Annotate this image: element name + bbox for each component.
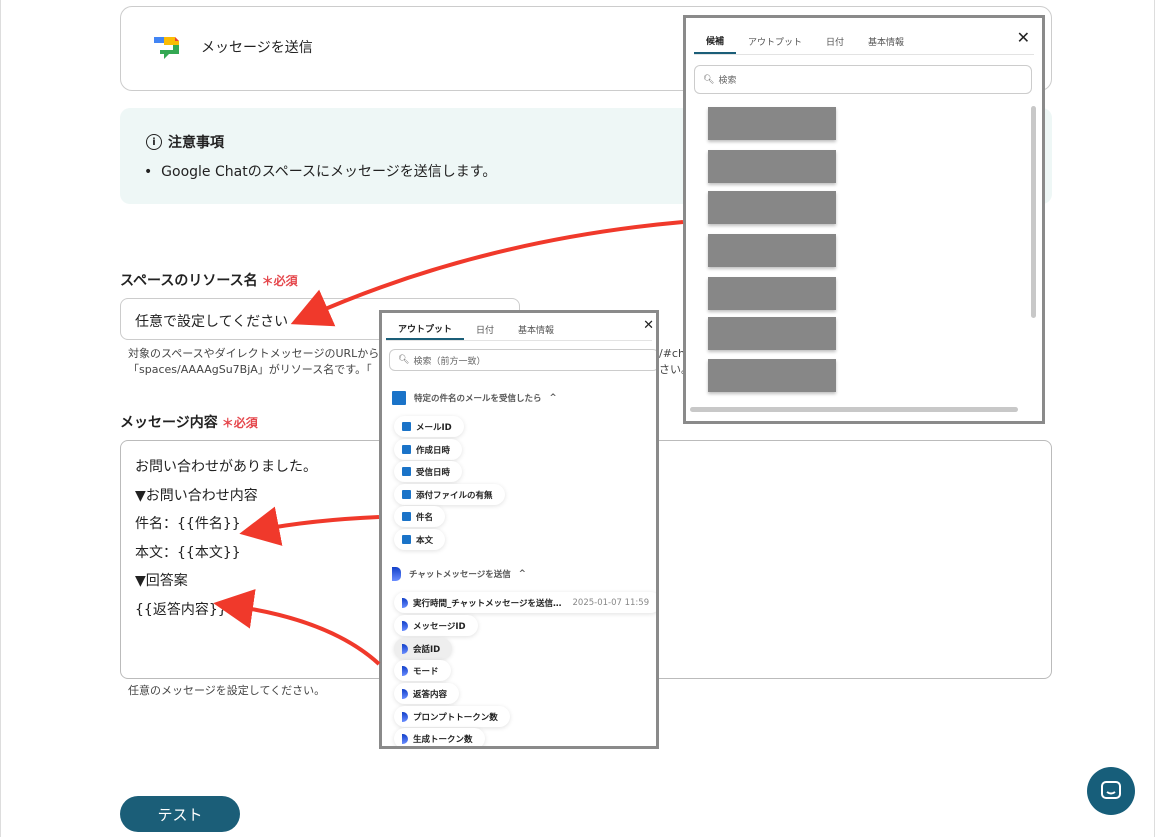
- output-popup: アウトプット 日付 基本情報 ✕ 🔍︎ 検索（前方一致） 特定の件名のメールを受信…: [379, 310, 659, 749]
- info-icon: i: [146, 134, 162, 150]
- candidates-popup: 候補 アウトプット 日付 基本情報 ✕ 🔍︎ 検索: [683, 15, 1045, 424]
- output-chip[interactable]: 会話ID: [394, 638, 453, 659]
- chat-icon: [1101, 781, 1121, 799]
- candidate-item[interactable]: [708, 150, 836, 183]
- outlook-icon: [402, 422, 411, 431]
- output-chip[interactable]: 本文: [394, 529, 446, 550]
- candidate-item[interactable]: [708, 191, 836, 224]
- message-help: 任意のメッセージを設定してください。: [128, 684, 326, 697]
- dify-icon: [402, 688, 408, 699]
- tab-basic-info[interactable]: 基本情報: [506, 318, 566, 340]
- close-icon[interactable]: ✕: [643, 318, 654, 333]
- candidate-item[interactable]: [708, 277, 836, 310]
- space-field-label: スペースのリソース名 ＊必須: [120, 273, 298, 289]
- section-header-outlook[interactable]: 特定の件名のメールを受信したら ^: [392, 391, 557, 405]
- output-chip[interactable]: メッセージID: [394, 615, 478, 636]
- outlook-icon: [392, 391, 406, 405]
- output-chip[interactable]: プロンプトトークン数: [394, 706, 510, 727]
- tab-date[interactable]: 日付: [814, 28, 856, 54]
- candidates-search-input[interactable]: 🔍︎ 検索: [694, 65, 1032, 94]
- candidate-item[interactable]: [708, 317, 836, 350]
- outlook-icon: [402, 467, 411, 476]
- chat-support-button[interactable]: [1087, 767, 1135, 815]
- test-button[interactable]: テスト: [120, 796, 240, 832]
- output-chip[interactable]: 添付ファイルの有無: [394, 484, 505, 505]
- output-chip[interactable]: 実行時間_チャットメッセージを送信… 2025-01-07 11:59: [394, 592, 656, 613]
- chevron-up-icon: ^: [518, 569, 526, 579]
- search-icon: 🔍︎: [703, 74, 715, 85]
- horizontal-scrollbar[interactable]: [690, 407, 1018, 412]
- dify-icon: [392, 567, 401, 581]
- output-chip[interactable]: 作成日時: [394, 439, 463, 460]
- message-field-label: メッセージ内容 ＊必須: [120, 415, 258, 431]
- outlook-icon: [402, 535, 411, 544]
- dify-icon: [402, 733, 408, 744]
- vertical-scrollbar[interactable]: [1031, 106, 1036, 318]
- space-help-line2: 「spaces/AAAAgSu7BjA」がリソース名です。「: [128, 363, 372, 376]
- candidate-item[interactable]: [708, 107, 836, 140]
- output-chip[interactable]: 件名: [394, 506, 446, 527]
- output-chip[interactable]: 受信日時: [394, 461, 463, 482]
- output-chip[interactable]: 返答内容: [394, 683, 460, 704]
- notice-title: 注意事項: [168, 135, 224, 151]
- dify-icon: [402, 620, 408, 631]
- tab-basic-info[interactable]: 基本情報: [856, 28, 916, 54]
- candidate-item[interactable]: [708, 234, 836, 267]
- tab-output[interactable]: アウトプット: [386, 318, 465, 340]
- outlook-icon: [402, 445, 411, 454]
- output-chip[interactable]: メールID: [394, 416, 464, 437]
- dify-icon: [402, 711, 408, 722]
- output-chip[interactable]: 生成トークン数: [394, 728, 485, 746]
- tab-candidates[interactable]: 候補: [694, 28, 737, 54]
- output-chip[interactable]: モード: [394, 660, 451, 681]
- google-chat-icon: [154, 37, 179, 59]
- dify-icon: [402, 665, 408, 676]
- chevron-up-icon: ^: [549, 393, 557, 403]
- section-header-chat[interactable]: チャットメッセージを送信 ^: [392, 567, 526, 581]
- space-help-line1-end: /#ch: [659, 347, 685, 360]
- search-icon: 🔍︎: [398, 355, 410, 365]
- outlook-icon: [402, 512, 411, 521]
- space-help-line1: 対象のスペースやダイレクトメッセージのURLから: [128, 347, 380, 360]
- dify-icon: [402, 597, 408, 608]
- close-icon[interactable]: ✕: [1017, 28, 1030, 47]
- action-title: メッセージを送信: [201, 40, 313, 56]
- output-search-input[interactable]: 🔍︎ 検索（前方一致）: [389, 349, 656, 371]
- notice-item: • Google Chatのスペースにメッセージを送信します。: [144, 164, 497, 180]
- dify-icon: [402, 643, 408, 654]
- outlook-icon: [402, 490, 411, 499]
- candidate-item[interactable]: [708, 359, 836, 392]
- tab-date[interactable]: 日付: [464, 318, 506, 340]
- tab-output[interactable]: アウトプット: [736, 28, 814, 54]
